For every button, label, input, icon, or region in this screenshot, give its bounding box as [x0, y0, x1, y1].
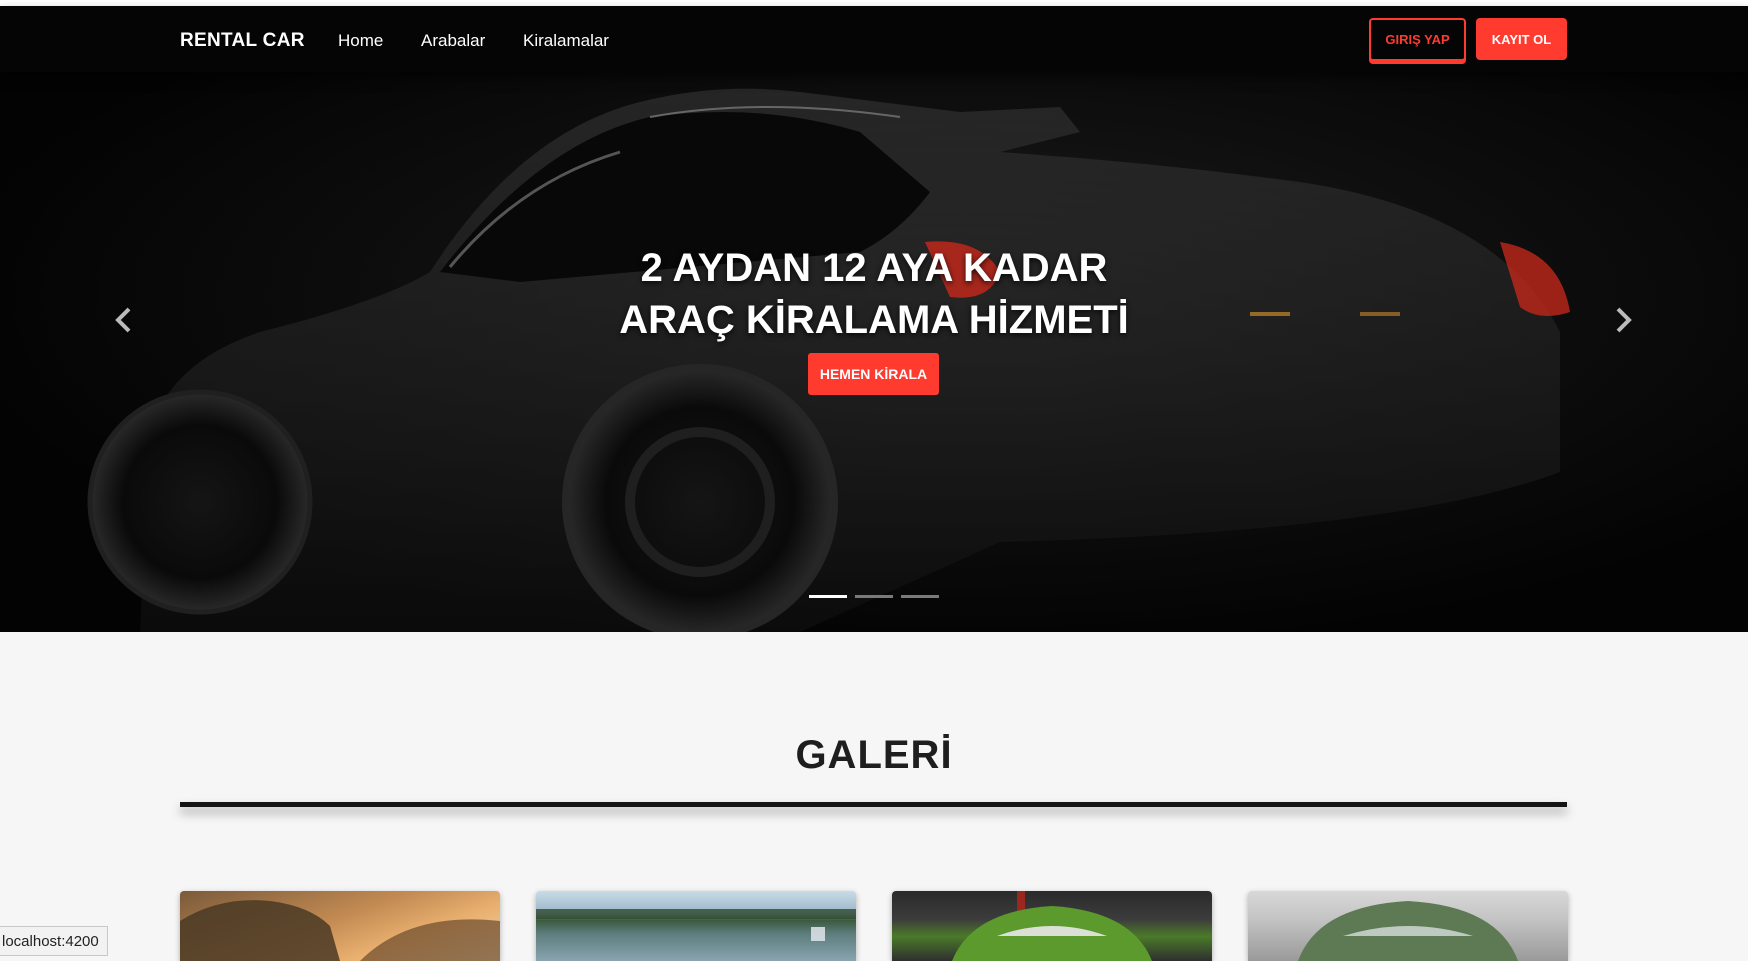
gallery-image-1 [180, 900, 500, 961]
brand-logo[interactable]: RENTAL CAR [180, 30, 305, 52]
navbar: RENTAL CAR Home Arabalar Kiralamalar GIR… [0, 6, 1748, 72]
car-image [87, 88, 1570, 632]
hero-carousel: 2 AYDAN 12 AYA KADAR ARAÇ KİRALAMA HİZME… [0, 72, 1748, 632]
login-button[interactable]: GIRIŞ YAP [1369, 18, 1466, 61]
hero-title: 2 AYDAN 12 AYA KADAR ARAÇ KİRALAMA HİZME… [0, 242, 1748, 346]
carousel-prev-button[interactable] [108, 300, 138, 340]
carousel-indicators [809, 595, 939, 598]
status-bar-url: localhost:4200 [0, 926, 108, 956]
chevron-left-icon [115, 307, 131, 333]
gallery-image-3 [952, 891, 1152, 961]
gallery-divider [180, 802, 1567, 807]
nav-link-home[interactable]: Home [338, 31, 383, 51]
nav-link-kiralamalar[interactable]: Kiralamalar [523, 31, 609, 51]
gallery-image-4 [1298, 901, 1518, 961]
rent-now-button[interactable]: HEMEN KİRALA [808, 353, 939, 395]
carousel-indicator-2[interactable] [855, 595, 893, 598]
gallery-card-1[interactable] [180, 891, 500, 961]
gallery-card-3[interactable] [892, 891, 1212, 961]
carousel-indicator-1[interactable] [809, 595, 847, 598]
gallery-card-2[interactable] [536, 891, 856, 961]
nav-link-arabalar[interactable]: Arabalar [421, 31, 485, 51]
gallery-title: GALERİ [795, 733, 953, 777]
hero-title-line-1: 2 AYDAN 12 AYA KADAR [640, 246, 1108, 290]
carousel-next-button[interactable] [1609, 300, 1639, 340]
gallery-card-4[interactable] [1248, 891, 1568, 961]
register-button[interactable]: KAYIT OL [1476, 18, 1567, 60]
chevron-right-icon [1616, 307, 1632, 333]
carousel-indicator-3[interactable] [901, 595, 939, 598]
hero-title-line-2: ARAÇ KİRALAMA HİZMETİ [619, 298, 1129, 342]
gallery-image-2 [536, 909, 856, 941]
